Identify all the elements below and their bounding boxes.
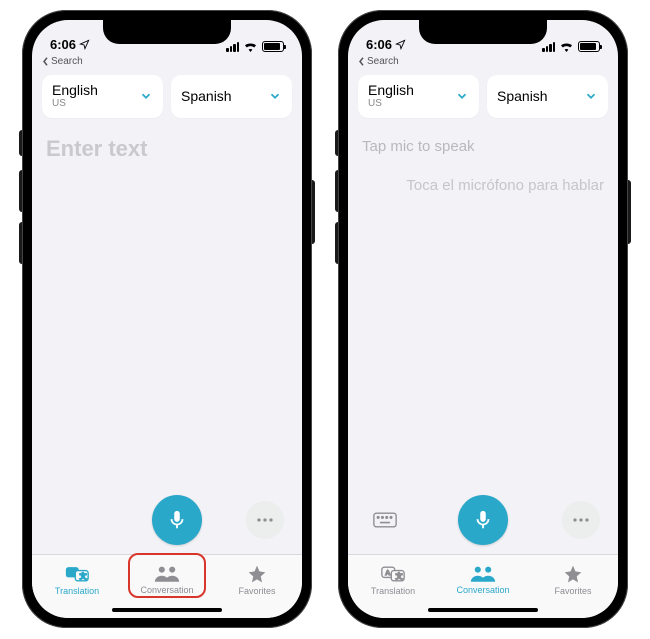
tab-label: Translation (55, 586, 99, 596)
notch (103, 20, 231, 44)
tab-label: Favorites (554, 586, 591, 596)
input-placeholder: Enter text (46, 136, 288, 162)
tab-label: Favorites (238, 586, 275, 596)
translation-icon: A文 (381, 564, 405, 584)
back-to-search[interactable]: Search (32, 54, 302, 71)
mic-row (32, 486, 302, 554)
ellipsis-icon (572, 517, 590, 523)
microphone-icon (472, 509, 494, 531)
target-language-name: Spanish (497, 83, 548, 110)
status-time: 6:06 (50, 37, 76, 52)
phone-left: 6:06 Search English US (22, 10, 312, 628)
text-input-area[interactable]: Enter text (32, 126, 302, 486)
svg-text:A: A (385, 569, 390, 576)
microphone-button[interactable] (152, 495, 202, 545)
more-button[interactable] (562, 501, 600, 539)
source-language-name: English (52, 83, 98, 98)
battery-icon (262, 41, 284, 52)
tab-favorites[interactable]: Favorites (528, 555, 618, 604)
back-label: Search (367, 56, 399, 67)
battery-icon (578, 41, 600, 52)
svg-text:A: A (69, 569, 74, 576)
chevron-down-icon (139, 89, 153, 103)
status-time: 6:06 (366, 37, 392, 52)
screen-translation: 6:06 Search English US (32, 20, 302, 618)
chevron-down-icon (455, 89, 469, 103)
more-button[interactable] (246, 501, 284, 539)
target-language-selector[interactable]: Spanish (487, 75, 608, 118)
phone-right: 6:06 Search English US (338, 10, 628, 628)
tab-label: Translation (371, 586, 415, 596)
home-indicator[interactable] (112, 608, 222, 612)
tab-conversation[interactable]: Conversation (122, 555, 212, 604)
star-icon (246, 564, 268, 584)
back-label: Search (51, 56, 83, 67)
back-to-search[interactable]: Search (348, 54, 618, 71)
people-icon (470, 565, 496, 583)
location-icon (395, 39, 406, 50)
location-icon (79, 39, 90, 50)
source-language-selector[interactable]: English US (42, 75, 163, 118)
wifi-icon (559, 41, 574, 52)
chevron-left-icon (358, 57, 365, 66)
mic-row (348, 486, 618, 554)
source-language-selector[interactable]: English US (358, 75, 479, 118)
tab-translation[interactable]: A文 Translation (348, 555, 438, 604)
language-selector-row: English US Spanish (32, 71, 302, 126)
tab-label: Conversation (456, 585, 509, 595)
language-selector-row: English US Spanish (348, 71, 618, 126)
chevron-left-icon (42, 57, 49, 66)
people-icon (154, 565, 180, 583)
speak-prompt-source: Tap mic to speak (362, 138, 604, 155)
target-language-selector[interactable]: Spanish (171, 75, 292, 118)
star-icon (562, 564, 584, 584)
cell-signal-icon (542, 42, 555, 52)
microphone-button[interactable] (458, 495, 508, 545)
chevron-down-icon (584, 89, 598, 103)
svg-text:文: 文 (395, 571, 403, 580)
keyboard-icon (373, 512, 397, 528)
source-language-sub: US (52, 98, 98, 109)
chevron-down-icon (268, 89, 282, 103)
cell-signal-icon (226, 42, 239, 52)
source-language-name: English (368, 83, 414, 98)
notch (419, 20, 547, 44)
svg-text:文: 文 (79, 571, 87, 580)
wifi-icon (243, 41, 258, 52)
microphone-icon (166, 509, 188, 531)
speak-prompt-target: Toca el micrófono para hablar (362, 177, 604, 194)
tab-translation[interactable]: A文 Translation (32, 555, 122, 604)
tab-label: Conversation (140, 585, 193, 595)
home-indicator[interactable] (428, 608, 538, 612)
conversation-area: Tap mic to speak Toca el micrófono para … (348, 126, 618, 486)
target-language-name: Spanish (181, 83, 232, 110)
tab-conversation[interactable]: Conversation (438, 555, 528, 604)
ellipsis-icon (256, 517, 274, 523)
source-language-sub: US (368, 98, 414, 109)
screen-conversation: 6:06 Search English US (348, 20, 618, 618)
translation-icon: A文 (65, 564, 89, 584)
tab-favorites[interactable]: Favorites (212, 555, 302, 604)
keyboard-button[interactable] (366, 501, 404, 539)
